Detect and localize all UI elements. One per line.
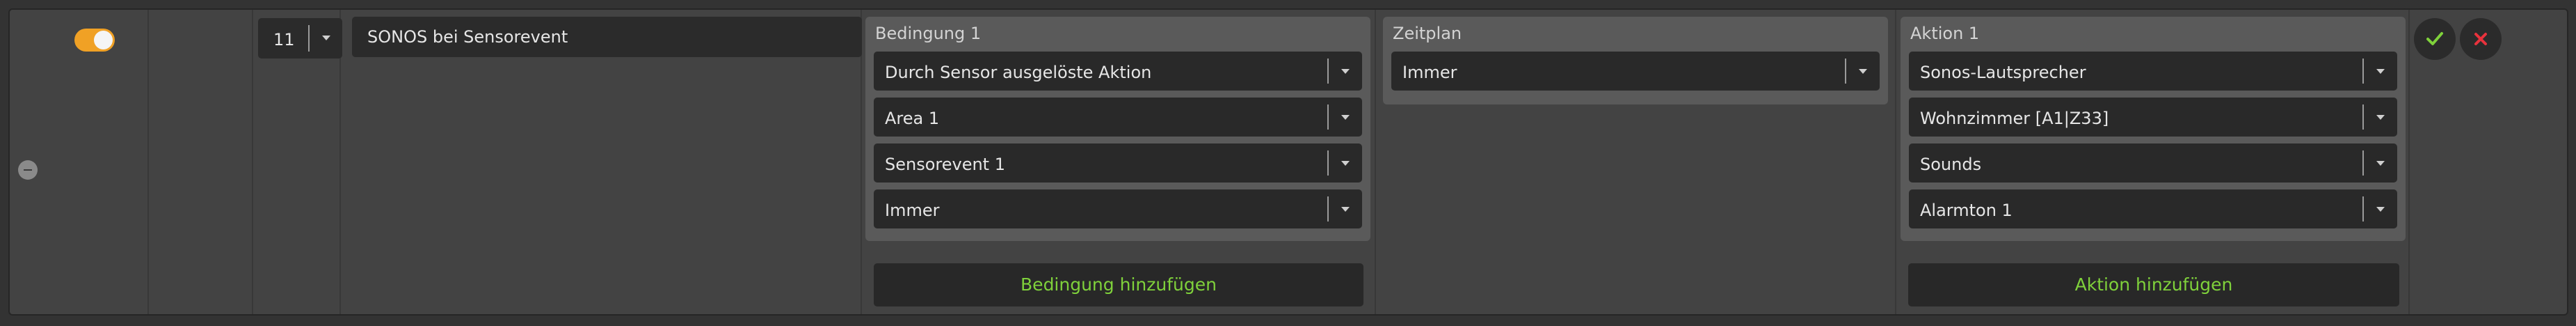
condition-frequency-select[interactable]: Immer [874, 189, 1362, 228]
select-separator [2362, 150, 2364, 176]
condition-event-select[interactable]: Sensorevent 1 [874, 143, 1362, 183]
chevron-down-icon [2376, 161, 2385, 166]
action-device-type-select[interactable]: Sonos-Lautsprecher [1909, 52, 2397, 91]
select-value: Wohnzimmer [A1|Z33] [1920, 109, 2109, 128]
chevron-down-icon [1341, 161, 1350, 166]
chevron-down-icon [2376, 115, 2385, 120]
column-divider [147, 10, 149, 314]
select-value: Alarmton 1 [1920, 201, 2013, 220]
condition-panel: Bedingung 1 Durch Sensor ausgelöste Akti… [865, 17, 1370, 241]
action-panel: Aktion 1 Sonos-Lautsprecher Wohnzimmer [… [1901, 17, 2406, 241]
select-separator [1327, 150, 1329, 176]
confirm-button[interactable] [2414, 18, 2456, 60]
select-separator [1327, 59, 1329, 84]
select-separator [1845, 59, 1846, 84]
select-value: Sensorevent 1 [885, 155, 1005, 174]
rule-row: 11 Bedingung 1 Durch Sensor ausgelöste A… [8, 8, 2568, 316]
rule-number-value: 11 [273, 30, 295, 49]
chevron-down-icon [1341, 115, 1350, 120]
chevron-down-icon [1859, 69, 1867, 74]
add-action-button[interactable]: Aktion hinzufügen [1908, 263, 2399, 306]
select-separator [2362, 104, 2364, 130]
schedule-panel: Zeitplan Immer [1383, 17, 1888, 104]
select-value: Sounds [1920, 155, 1982, 174]
chevron-down-icon [2376, 207, 2385, 212]
column-divider [1375, 10, 1376, 314]
select-value: Immer [885, 201, 940, 220]
collapse-button[interactable] [18, 160, 38, 180]
select-value: Durch Sensor ausgelöste Aktion [885, 63, 1152, 82]
select-value: Immer [1402, 63, 1457, 82]
select-value: Sonos-Lautsprecher [1920, 63, 2086, 82]
select-separator [308, 25, 310, 52]
action-device-select[interactable]: Wohnzimmer [A1|Z33] [1909, 98, 2397, 137]
select-value: Area 1 [885, 109, 940, 128]
condition-title: Bedingung 1 [875, 24, 982, 43]
column-divider [2408, 10, 2410, 314]
action-title: Aktion 1 [1910, 24, 1980, 43]
rule-number-select[interactable]: 11 [258, 18, 342, 59]
chevron-down-icon [1341, 69, 1350, 74]
rule-name-input[interactable] [352, 17, 862, 57]
toggle-knob [94, 31, 113, 49]
select-separator [1327, 104, 1329, 130]
schedule-title: Zeitplan [1393, 24, 1462, 43]
close-icon [2474, 33, 2487, 45]
enable-toggle[interactable] [74, 29, 115, 52]
condition-area-select[interactable]: Area 1 [874, 98, 1362, 137]
column-divider [252, 10, 253, 314]
condition-type-select[interactable]: Durch Sensor ausgelöste Aktion [874, 52, 1362, 91]
action-category-select[interactable]: Sounds [1909, 143, 2397, 183]
check-icon [2426, 32, 2443, 45]
schedule-select[interactable]: Immer [1391, 52, 1880, 91]
cancel-button[interactable] [2460, 18, 2502, 60]
chevron-down-icon [322, 36, 330, 40]
column-divider [1895, 10, 1896, 314]
chevron-down-icon [1341, 207, 1350, 212]
select-separator [1327, 196, 1329, 222]
select-separator [2362, 59, 2364, 84]
add-condition-button[interactable]: Bedingung hinzufügen [874, 263, 1363, 306]
select-separator [2362, 196, 2364, 222]
action-sound-select[interactable]: Alarmton 1 [1909, 189, 2397, 228]
chevron-down-icon [2376, 69, 2385, 74]
